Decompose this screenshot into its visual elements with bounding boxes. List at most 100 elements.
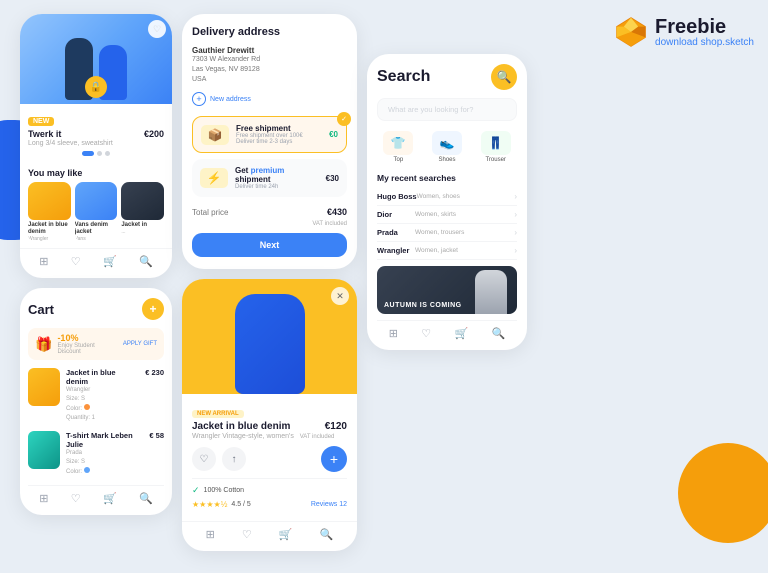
list-item[interactable]: Jacket in blue denim Wrangler [28,182,71,242]
add-to-cart-button[interactable]: + [321,446,347,472]
recent-brand-4: Wrangler [377,246,415,255]
next-button[interactable]: Next [192,233,347,257]
address-city: Las Vegas, NV 89128 [192,65,347,75]
list-item[interactable]: Prada Women, trousers › [377,224,517,242]
list-item[interactable]: Hugo Boss Women, shoes › [377,188,517,206]
heart-icon[interactable]: ♡ [71,492,81,505]
lock-badge-icon: 🔒 [85,76,107,98]
may-like-grid: Jacket in blue denim Wrangler Vans denim… [20,182,172,242]
grid-icon[interactable]: ⊞ [39,492,48,505]
list-item[interactable]: Dior Women, skirts › [377,206,517,224]
may-like-name-2: Vans denim jacket [75,222,118,236]
close-button[interactable]: ✕ [331,287,349,305]
card3-hero-image: ✕ [182,279,357,394]
heart-icon[interactable]: ♡ [242,528,252,541]
card1-footer: ⊞ ♡ 🛒 🔍 [20,248,172,270]
new-address-button[interactable]: + New address [192,92,347,106]
cart-icon[interactable]: 🛒 [279,528,293,541]
ship-icon-premium: ⚡ [200,168,228,188]
promo-figure [475,270,507,314]
category-shoes[interactable]: 👟 Shoes [426,131,469,163]
card3-tag: NEW ARRIVAL [192,410,244,418]
selected-check-icon: ✓ [337,112,351,126]
table-row: Jacket in blue denim WranglerSize: SColo… [28,368,164,423]
card-delivery: Delivery address Gauthier Drewitt 7303 W… [182,14,357,269]
list-item[interactable]: Wrangler Women, jacket › [377,242,517,260]
heart-icon[interactable]: ♡ [421,327,431,340]
product-name: Twerk it [28,129,61,139]
hero-person-figure [235,294,305,394]
wishlist-button[interactable]: ♡ [192,447,216,471]
you-may-like-title: You may like [20,164,172,182]
shipment-option-premium[interactable]: ⚡ Get premium shipment Deliver time 24h … [192,159,347,197]
cart-icon[interactable]: 🛒 [455,327,469,340]
may-like-sub-2: Vans [75,236,118,242]
address-street: 7303 W Alexander Rd [192,55,347,65]
recent-brand-1: Hugo Boss [377,192,417,201]
cart-title: Cart [28,302,54,317]
color-swatch-blue [84,467,90,473]
plus-icon: + [192,92,206,106]
may-like-thumb-yellow [28,182,71,220]
card3-product-price: €120 [325,421,347,432]
search-icon[interactable]: 🔍 [139,255,153,268]
card3-vat: VAT included [300,434,335,440]
apply-gift-link[interactable]: APPLY GIFT [123,341,157,347]
top-icon: 👕 [383,131,413,155]
card3-body: NEW ARRIVAL Jacket in blue denim €120 Wr… [182,394,357,517]
reviews-link[interactable]: Reviews 12 [311,501,347,508]
heart-icon[interactable]: ♡ [71,255,81,268]
shipment-option-free[interactable]: 📦 Free shipment Free shipment over 100€D… [192,116,347,153]
ship-icon-free: 📦 [201,125,229,145]
cart-icon[interactable]: 🛒 [103,492,117,505]
card5-footer: ⊞ ♡ 🛒 🔍 [377,320,517,340]
list-item[interactable]: Jacket in ... [121,182,164,242]
cart-item-info-1: Jacket in blue denim WranglerSize: SColo… [66,368,139,423]
divider [192,478,347,479]
ship-desc-premium: Deliver time 24h [235,184,319,190]
delivery-title: Delivery address [192,26,347,38]
category-top-label: Top [393,157,403,163]
promo-text: AUTUMN IS COMING [384,302,462,309]
color-swatch-orange [84,404,90,410]
may-like-sub-3: ... [121,229,164,235]
address-block: Gauthier Drewitt 7303 W Alexander Rd Las… [192,46,347,84]
recent-brand-3: Prada [377,228,415,237]
vat-note: VAT included [192,221,347,227]
address-name: Gauthier Drewitt [192,46,347,55]
new-address-label: New address [210,96,251,103]
dot-1 [82,151,94,156]
material-row: ✓ 100% Cotton [192,485,347,496]
search-icon[interactable]: 🔍 [139,492,153,505]
cart-add-button[interactable]: + [142,298,164,320]
grid-icon[interactable]: ⊞ [389,327,398,340]
cart-item-detail-1: WranglerSize: SColor: Quantity: 1 [66,386,139,423]
card-product-detail: ✕ NEW ARRIVAL Jacket in blue denim €120 … [182,279,357,551]
chevron-right-icon: › [514,228,517,237]
search-icon[interactable]: 🔍 [320,528,334,541]
grid-icon[interactable]: ⊞ [39,255,48,268]
cart-item-detail-2: PradaSize: SColor: [66,449,143,477]
may-like-name-1: Jacket in blue denim [28,222,71,236]
grid-icon[interactable]: ⊞ [206,528,215,541]
recent-cat-4: Women, jacket [415,247,514,254]
table-row: T-shirt Mark Leben Julie PradaSize: SCol… [28,431,164,477]
share-button[interactable]: ↑ [222,447,246,471]
product-title-row: Twerk it €200 [28,129,164,139]
dot-2 [97,151,102,156]
cart-icon[interactable]: 🛒 [103,255,117,268]
ship-price-free: €0 [329,130,338,139]
search-button[interactable]: 🔍 [491,64,517,90]
discount-banner: 🎁 -10% Enjoy Student Discount APPLY GIFT [28,328,164,360]
list-item[interactable]: Vans denim jacket Vans [75,182,118,242]
rating-value: 4.5 / 5 [231,501,250,508]
search-active-icon[interactable]: 🔍 [492,327,506,340]
cart-item-thumb-1 [28,368,60,406]
total-row: Total price €430 [192,207,347,217]
category-trouser[interactable]: 👖 Trouser [474,131,517,163]
category-top[interactable]: 👕 Top [377,131,420,163]
trouser-icon: 👖 [481,131,511,155]
wishlist-heart-icon[interactable]: ♡ [148,20,166,38]
card3-product-name: Jacket in blue denim [192,421,290,432]
search-input[interactable]: What are you looking for? [377,98,517,121]
